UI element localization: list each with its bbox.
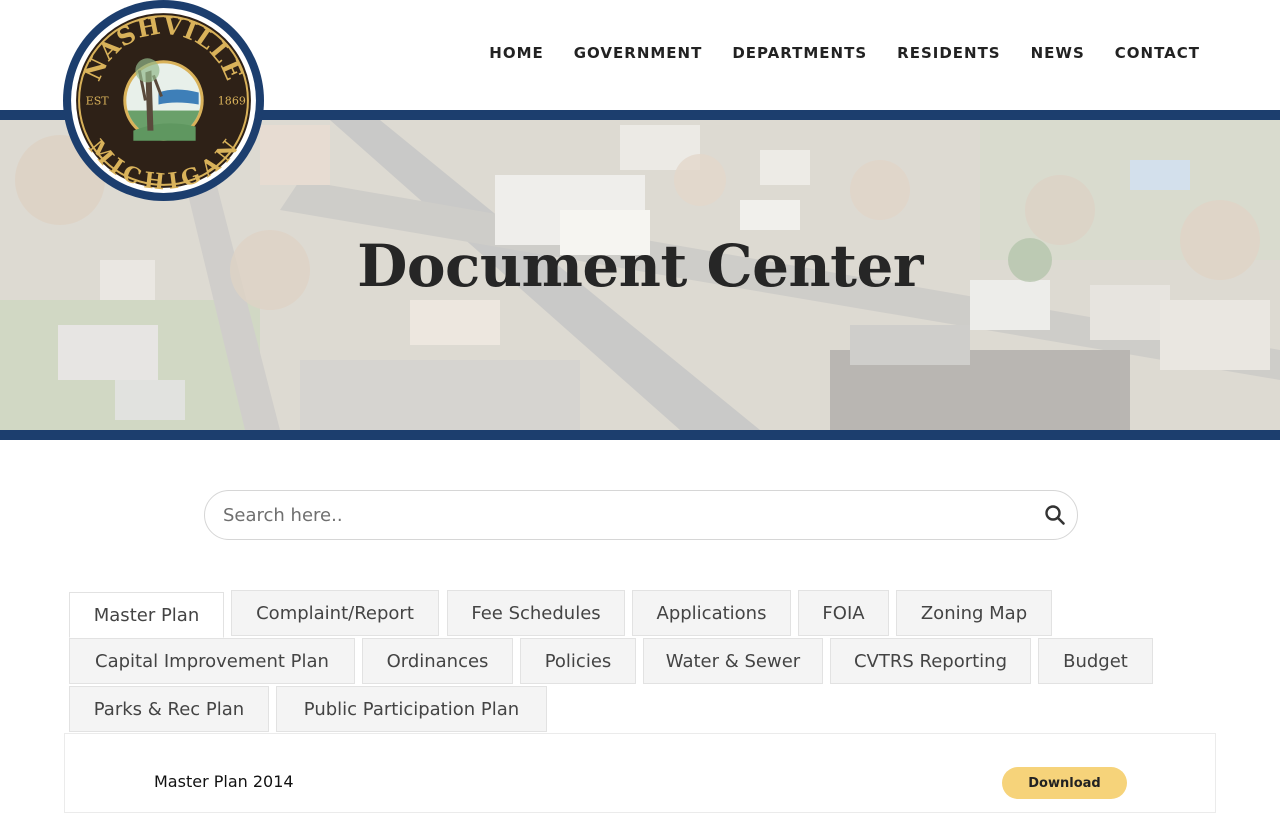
tab-ordinances[interactable]: Ordinances bbox=[362, 638, 513, 684]
tab-fee-schedules[interactable]: Fee Schedules bbox=[447, 590, 625, 636]
tab-foia[interactable]: FOIA bbox=[798, 590, 889, 636]
tab-complaint-report[interactable]: Complaint/Report bbox=[231, 590, 439, 636]
tab-panel-master-plan: Master Plan 2014 Download bbox=[64, 733, 1216, 813]
city-seal-logo[interactable]: NASHVILLE MICHIGAN EST 1869 bbox=[63, 0, 264, 201]
main-nav: HOME GOVERNMENT DEPARTMENTS RESIDENTS NE… bbox=[489, 44, 1200, 62]
tab-applications[interactable]: Applications bbox=[632, 590, 791, 636]
nav-departments[interactable]: DEPARTMENTS bbox=[732, 44, 867, 62]
nav-contact[interactable]: CONTACT bbox=[1115, 44, 1200, 62]
search-icon[interactable] bbox=[1043, 503, 1067, 527]
tab-policies[interactable]: Policies bbox=[520, 638, 636, 684]
hero-bottom-stripe bbox=[0, 430, 1280, 440]
tab-capital-improvement-plan[interactable]: Capital Improvement Plan bbox=[69, 638, 355, 684]
seal-est-year: 1869 bbox=[218, 95, 246, 108]
tab-master-plan[interactable]: Master Plan bbox=[69, 592, 224, 638]
tab-water-sewer[interactable]: Water & Sewer bbox=[643, 638, 823, 684]
nav-home[interactable]: HOME bbox=[489, 44, 543, 62]
document-search-box bbox=[204, 490, 1078, 540]
tab-budget[interactable]: Budget bbox=[1038, 638, 1153, 684]
page-title: Document Center bbox=[357, 232, 923, 300]
nav-news[interactable]: NEWS bbox=[1031, 44, 1085, 62]
nav-residents[interactable]: RESIDENTS bbox=[897, 44, 1000, 62]
search-input[interactable] bbox=[223, 491, 1023, 539]
download-button[interactable]: Download bbox=[1002, 767, 1127, 799]
tab-cvtrs-reporting[interactable]: CVTRS Reporting bbox=[830, 638, 1031, 684]
tab-parks-rec-plan[interactable]: Parks & Rec Plan bbox=[69, 686, 269, 732]
tab-public-participation-plan[interactable]: Public Participation Plan bbox=[276, 686, 547, 732]
document-title: Master Plan 2014 bbox=[154, 772, 294, 791]
tab-zoning-map[interactable]: Zoning Map bbox=[896, 590, 1052, 636]
nav-government[interactable]: GOVERNMENT bbox=[574, 44, 703, 62]
seal-est-label: EST bbox=[86, 95, 110, 108]
